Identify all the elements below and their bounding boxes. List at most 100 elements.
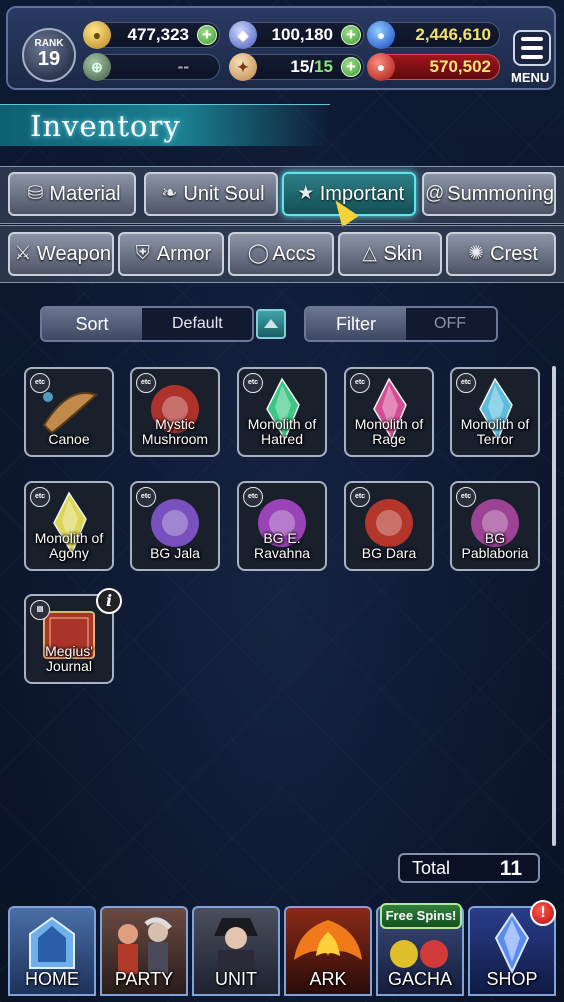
filter-value: OFF <box>434 315 466 332</box>
item-name: Mystic Mushroom <box>141 416 209 447</box>
gold-counter: ● 477,323 + <box>83 21 220 49</box>
scrollbar[interactable] <box>552 366 556 846</box>
info-icon[interactable]: i <box>96 588 122 614</box>
sword-icon: ⚔ <box>14 243 32 264</box>
swirl-icon: @ <box>424 183 445 204</box>
tab-accs[interactable]: ◯ Accs <box>228 232 334 276</box>
ring-icon: ◯ <box>247 243 269 264</box>
nav-ark[interactable]: ARK <box>284 906 372 996</box>
red-points-counter: ● 570,502 <box>367 53 500 81</box>
etc-category-icon: etc <box>350 487 370 507</box>
nav-party[interactable]: PARTY <box>100 906 188 996</box>
item-name: BG Pablaboria <box>461 530 529 561</box>
item-name: Monolith of Terror <box>460 416 530 447</box>
tab-armor-label: Armor <box>156 242 212 265</box>
etc-category-icon: etc <box>456 487 476 507</box>
etc-category-icon: etc <box>30 487 50 507</box>
nav-home[interactable]: HOME <box>8 906 96 996</box>
nav-gacha-label: GACHA <box>387 969 452 989</box>
add-gold-button[interactable]: + <box>197 25 217 45</box>
stamina-value: 15 <box>290 57 310 76</box>
free-spins-badge[interactable]: Free Spins! <box>380 903 462 929</box>
category-tabs-row2: ⚔ Weapon ⛨ Armor ◯ Accs △ Skin ✺ Crest <box>0 225 564 283</box>
filter-toggle[interactable]: Filter OFF <box>304 306 498 342</box>
crest-icon: ✺ <box>468 243 485 264</box>
status-bar: RANK 19 ● 477,323 + ◆ 100,180 + ● 2,446,… <box>6 6 556 90</box>
tab-skin[interactable]: △ Skin <box>338 232 442 276</box>
nav-unit-label: UNIT <box>215 969 257 989</box>
gold-coin-icon: ● <box>83 21 111 49</box>
item-name: Megius' Journal <box>45 643 93 674</box>
total-label: Total <box>412 858 451 878</box>
item-name: Monolith of Rage <box>354 416 424 447</box>
inventory-item[interactable]: etc BG Pablaboria <box>450 481 540 571</box>
etc-category-icon: etc <box>243 487 263 507</box>
total-value: 11 <box>499 857 522 880</box>
arrow-up-icon <box>264 319 278 328</box>
menu-button[interactable] <box>513 30 551 66</box>
nav-unit[interactable]: UNIT <box>192 906 280 996</box>
tab-weapon[interactable]: ⚔ Weapon <box>8 232 114 276</box>
stamina-counter: ✦ 15/15 + <box>229 53 364 81</box>
sort-dropdown[interactable]: Sort Default <box>40 306 254 342</box>
item-name: BG E. Ravahna <box>253 530 311 561</box>
rank-value: 19 <box>37 48 61 70</box>
inventory-item[interactable]: etc Monolith of Terror <box>450 367 540 457</box>
guild-emblem-icon: ⊕ <box>83 53 111 81</box>
inventory-item[interactable]: etc Canoe <box>24 367 114 457</box>
party-portrait-icon <box>118 917 172 974</box>
book-category-icon: ▤ <box>30 600 50 620</box>
add-crystal-button[interactable]: + <box>341 25 361 45</box>
etc-category-icon: etc <box>136 487 156 507</box>
category-tabs-row1: ⛁ Material ❧ Unit Soul ★ Important @ Sum… <box>0 166 564 224</box>
tab-unit-soul[interactable]: ❧ Unit Soul <box>144 172 278 216</box>
nav-home-label: HOME <box>25 969 79 989</box>
etc-category-icon: etc <box>456 373 476 393</box>
item-name: BG Jala <box>150 545 200 561</box>
hanger-icon: △ <box>362 243 377 264</box>
blue-orb-value: 2,446,610 <box>415 25 491 44</box>
tab-material-label: Material <box>49 182 121 205</box>
crystal-icon: ◆ <box>229 21 257 49</box>
inventory-item[interactable]: etc BG Dara <box>344 481 434 571</box>
armor-icon: ⛨ <box>135 243 150 264</box>
etc-category-icon: etc <box>136 373 156 393</box>
etc-category-icon: etc <box>243 373 263 393</box>
filter-label: Filter <box>306 308 406 340</box>
guild-value: -- <box>177 57 189 76</box>
menu-label: MENU <box>511 70 550 85</box>
inventory-item[interactable]: etc BG E. Ravahna <box>237 481 327 571</box>
tab-crest[interactable]: ✺ Crest <box>446 232 556 276</box>
tab-material[interactable]: ⛁ Material <box>8 172 136 216</box>
crystal-value: 100,180 <box>271 25 333 44</box>
tab-crest-label: Crest <box>490 242 538 265</box>
add-stamina-button[interactable]: + <box>341 57 361 77</box>
guild-counter: ⊕ -- <box>83 53 220 81</box>
inventory-item[interactable]: etc Mystic Mushroom <box>130 367 220 457</box>
gold-value: 477,323 <box>127 25 189 44</box>
red-orb-icon: ● <box>367 53 395 81</box>
item-name: Monolith of Agony <box>34 530 104 561</box>
stamina-max: 15 <box>314 57 333 76</box>
item-name: BG Dara <box>361 545 417 561</box>
phoenix-icon <box>294 920 362 960</box>
rank-badge[interactable]: RANK 19 <box>22 28 76 82</box>
item-name: Monolith of Hatred <box>247 416 317 447</box>
sort-order-toggle[interactable] <box>256 309 286 339</box>
title-banner: Inventory <box>0 104 330 146</box>
inventory-item[interactable]: etc Monolith of Rage <box>344 367 434 457</box>
tab-skin-label: Skin <box>383 242 423 265</box>
tab-summoning-label: Summoning <box>447 182 554 205</box>
stamina-icon: ✦ <box>229 53 257 81</box>
crystal-counter: ◆ 100,180 + <box>229 21 364 49</box>
inventory-item[interactable]: etc Monolith of Agony <box>24 481 114 571</box>
nav-shop-label: SHOP <box>486 969 538 989</box>
total-counter: Total 11 <box>398 853 540 883</box>
shop-alert-badge: ! <box>530 900 556 926</box>
tab-accs-label: Accs <box>272 242 316 265</box>
tab-weapon-label: Weapon <box>36 242 112 265</box>
tab-armor[interactable]: ⛨ Armor <box>118 232 224 276</box>
inventory-item[interactable]: etc Monolith of Hatred <box>237 367 327 457</box>
inventory-item[interactable]: etc BG Jala <box>130 481 220 571</box>
tab-summoning[interactable]: @ Summoning <box>422 172 556 216</box>
